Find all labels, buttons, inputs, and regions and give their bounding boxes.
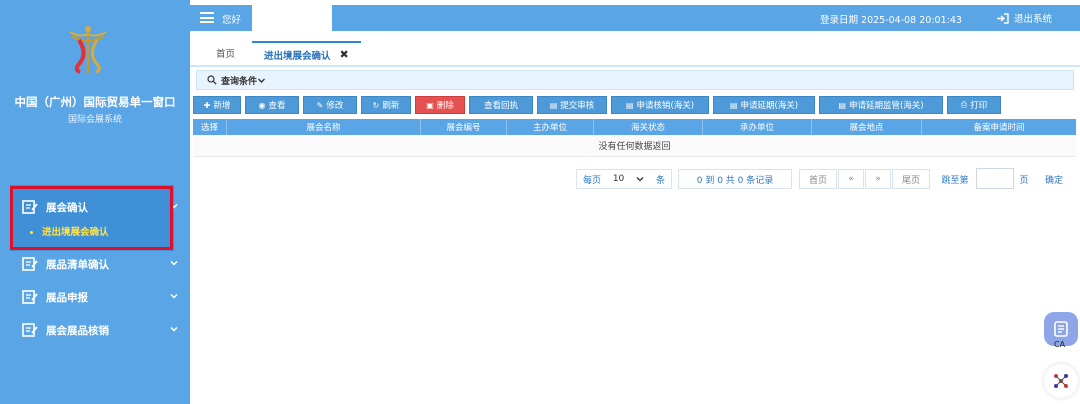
close-icon[interactable]: ✖ (340, 48, 349, 61)
login-date: 登录日期 2025-04-08 20:01:43 (820, 15, 962, 26)
tab-home[interactable]: 首页 (216, 46, 235, 60)
button-label: 申请核销(海关) (636, 101, 695, 111)
records-info: 0 到 0 共 0 条记录 (678, 169, 792, 189)
next-page-button[interactable]: » (865, 169, 891, 189)
column-header-location[interactable]: 展会地点 (812, 119, 922, 135)
table-header: 选择 展会名称 展会编号 主办单位 海关状态 承办单位 展会地点 备案申请时间 (193, 119, 1076, 135)
add-button[interactable]: ✚ 新增 (193, 96, 241, 114)
column-header-organizer[interactable]: 主办单位 (507, 119, 594, 135)
system-name: 中国（广州）国际贸易单一窗口 (14, 95, 176, 109)
menu-group-exhibit-declaration[interactable]: 展品申报 (0, 283, 190, 311)
apply-extension-supervision-button[interactable]: ▤ 申请延期监管(海关) (819, 96, 943, 114)
per-page-unit: 条 (656, 175, 666, 186)
button-label: 查看 (268, 101, 286, 111)
column-header-select[interactable]: 选择 (193, 119, 227, 135)
network-helper-button[interactable] (1044, 364, 1078, 398)
card-icon: ▤ (625, 100, 634, 110)
page-unit-label: 页 (1014, 169, 1034, 189)
menu-group-label: 展会展品核销 (46, 324, 109, 337)
sidebar: 中国（广州）国际贸易单一窗口 国际会展系统 展会确认 进出境展会确认 展品清单确… (0, 0, 190, 404)
menu-group-exhibit-writeoff[interactable]: 展会展品核销 (0, 316, 190, 344)
menu-group-label: 展品申报 (46, 291, 88, 304)
submit-review-button[interactable]: ▤ 提交审核 (537, 96, 607, 114)
logout-icon (997, 12, 1009, 24)
tab-bar: 首页 进出境展会确认 ✖ (190, 38, 1080, 66)
edit-icon: ✎ (316, 100, 324, 110)
menu-group-exhibit-list-confirm[interactable]: 展品清单确认 (0, 250, 190, 278)
chevron-down-icon (170, 260, 178, 266)
column-header-exhibition-name[interactable]: 展会名称 (227, 119, 421, 135)
card-icon: ▤ (729, 100, 738, 110)
trash-icon: ▣ (426, 100, 434, 110)
button-label: 申请延期监管(海关) (848, 101, 924, 111)
search-icon (207, 75, 217, 85)
card-icon: ▤ (838, 100, 846, 110)
column-header-exhibition-no[interactable]: 展会编号 (421, 119, 507, 135)
button-label: 刷新 (382, 101, 400, 111)
column-header-contractor[interactable]: 承办单位 (703, 119, 812, 135)
plus-icon: ✚ (203, 100, 211, 110)
certificate-icon (1054, 321, 1068, 337)
search-conditions-toggle[interactable]: 查询条件 (196, 70, 1074, 90)
button-label: 提交审核 (560, 101, 595, 111)
jump-confirm-button[interactable]: 确定 (1036, 169, 1072, 189)
edit-button[interactable]: ✎ 修改 (303, 96, 357, 114)
per-page-label: 每页 (582, 175, 601, 186)
column-header-filing-time[interactable]: 备案申请时间 (922, 119, 1076, 135)
edit-icon (22, 323, 38, 337)
tab-label: 进出境展会确认 (264, 50, 331, 62)
view-button[interactable]: ◉ 查看 (245, 96, 299, 114)
apply-extension-button[interactable]: ▤ 申请延期(海关) (713, 96, 815, 114)
logout-button[interactable]: 退出系统 (996, 11, 1052, 25)
chevron-down-icon (170, 326, 178, 332)
system-subtitle: 国际会展系统 (67, 115, 122, 125)
print-icon: ⎙ (960, 100, 968, 109)
edit-icon (22, 290, 38, 304)
menu-toggle-icon[interactable] (200, 12, 214, 23)
eye-icon: ◉ (258, 100, 266, 110)
jump-label: 跳至第 (935, 169, 975, 189)
top-bar: 您好 登录日期 2025-04-08 20:01:43 退出系统 (190, 5, 1080, 31)
highlight-outline (10, 186, 173, 250)
page-size-select[interactable]: 每页 10 条 (576, 169, 672, 189)
user-name-field (252, 5, 332, 31)
button-label: 申请延期(海关) (740, 101, 799, 111)
button-label: 修改 (326, 101, 344, 111)
greeting: 您好 (222, 15, 242, 26)
first-page-button[interactable]: 首页 (799, 169, 837, 189)
card-icon: ▤ (549, 100, 558, 110)
chevron-down-icon (170, 293, 178, 299)
toolbar: ✚ 新增 ◉ 查看 ✎ 修改 ↻ 刷新 ▣ 删除 查看回执 ▤ 提交审核 ▤ 申请核销(海关)… (193, 96, 1005, 114)
refresh-icon: ↻ (372, 100, 380, 110)
menu-group-label: 展品清单确认 (46, 258, 109, 271)
delete-button[interactable]: ▣ 删除 (415, 96, 465, 114)
jump-page-input[interactable] (976, 168, 1014, 189)
button-label: 删除 (436, 101, 454, 111)
data-table: 选择 展会名称 展会编号 主办单位 海关状态 承办单位 展会地点 备案申请时间 … (193, 119, 1076, 157)
prev-page-button[interactable]: « (838, 169, 864, 189)
edit-icon (22, 257, 38, 271)
logout-label: 退出系统 (1014, 14, 1053, 25)
ca-label: CA (1054, 340, 1066, 349)
last-page-button[interactable]: 尾页 (892, 169, 930, 189)
column-header-customs-status[interactable]: 海关状态 (594, 119, 703, 135)
button-label: 新增 (213, 101, 231, 111)
print-button[interactable]: ⎙ 打印 (947, 96, 1001, 114)
button-label: 打印 (970, 101, 988, 111)
per-page-value: 10 (612, 174, 625, 184)
chevron-down-icon (636, 177, 644, 182)
button-label: 查看回执 (483, 101, 518, 111)
apply-writeoff-button[interactable]: ▤ 申请核销(海关) (611, 96, 709, 114)
network-icon (1054, 374, 1068, 388)
chevron-down-icon (258, 78, 266, 83)
search-conditions-label: 查询条件 (221, 76, 258, 87)
tab-entry-exit-exhibition[interactable]: 进出境展会确认 ✖ (252, 41, 361, 66)
empty-message: 没有任何数据返回 (193, 135, 1076, 157)
customs-emblem-icon (69, 26, 107, 74)
view-receipt-button[interactable]: 查看回执 (469, 96, 533, 114)
tab-divider (190, 65, 1080, 67)
refresh-button[interactable]: ↻ 刷新 (361, 96, 411, 114)
